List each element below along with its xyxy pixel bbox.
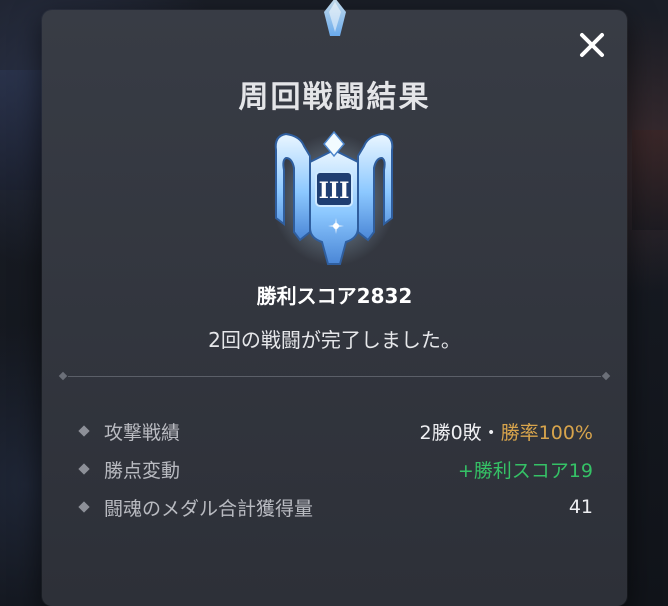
close-button[interactable] [575,28,609,62]
rank-emblem-icon: III [272,130,396,266]
victory-score: 勝利スコア2832 [256,284,413,308]
diamond-bullet-icon [78,425,90,437]
win-rate: 勝率100% [500,421,593,444]
stat-label: 勝点変動 [104,459,181,482]
section-divider [58,371,611,381]
stat-value: +勝利スコア19 [458,456,593,483]
medal-total-value: 41 [568,496,593,518]
win-loss-record: 2勝0敗・ [419,421,501,444]
top-gem-icon [324,0,346,36]
background-left-decoration [0,70,44,190]
close-icon [580,33,604,57]
stats-list: 攻撃戦績 2勝0敗・勝率100% 勝点変動 +勝利スコア19 闘魂のメダル合計獲… [76,412,593,526]
stat-label: 攻撃戦績 [104,421,181,444]
stat-value: 41 [569,496,593,518]
stat-row-point-change: 勝点変動 +勝利スコア19 [76,450,593,488]
diamond-bullet-icon [78,501,90,513]
diamond-bullet-icon [78,463,90,475]
stat-value: 2勝0敗・勝率100% [419,418,593,445]
completion-message: 2回の戦闘が完了しました。 [208,328,461,352]
background-right-decoration [632,130,668,230]
stat-label: 闘魂のメダル合計獲得量 [104,497,314,520]
stat-row-medal-total: 闘魂のメダル合計獲得量 41 [76,488,593,526]
battle-result-dialog: 周回戦闘結果 III 勝利スコア2832 2回の戦闘が完了しました。 攻撃戦績 … [42,0,627,606]
score-change: +勝利スコア19 [457,459,593,482]
stat-row-attack-record: 攻撃戦績 2勝0敗・勝率100% [76,412,593,450]
dialog-title: 周回戦闘結果 [238,80,431,115]
emblem-rank-text: III [319,178,350,204]
